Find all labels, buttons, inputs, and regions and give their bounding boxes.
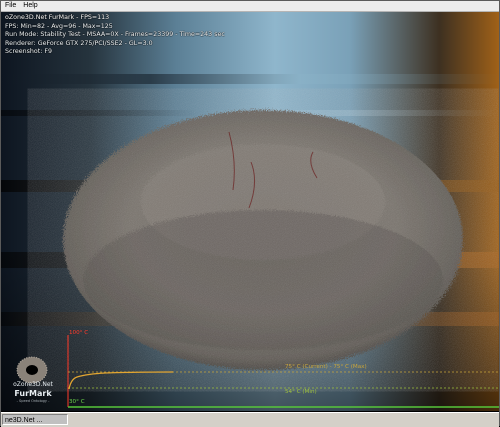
furmark-window: File Help oZone3D.Net FurMark - FPS=113 … (0, 0, 500, 427)
temperature-curve (68, 371, 174, 390)
menu-help[interactable]: Help (20, 1, 40, 11)
graph-min-reading-label: 54° C (Min) (285, 389, 317, 395)
hud-title: oZone3D.Net FurMark - FPS=113 (5, 14, 110, 21)
menu-file[interactable]: File (2, 1, 19, 11)
graph-current-max-label: 75° C (Current) - 75° C (Max) (285, 364, 367, 370)
graph-min-label: 30° C (69, 399, 85, 405)
graph-max-label: 100° C (69, 330, 89, 336)
menu-bar: File Help (1, 1, 499, 12)
logo-tagline: - Speed Ontology - (16, 399, 50, 403)
taskbar-furmark-button[interactable]: ne3D.Net ... (2, 414, 68, 425)
taskbar: ne3D.Net ... (1, 412, 499, 427)
hud-run-mode: Run Mode: Stability Test - MSAA=0X - Fra… (5, 31, 225, 39)
hud-overlay: oZone3D.Net FurMark - FPS=113 FPS: Min=8… (5, 14, 225, 57)
hud-fps-stats: FPS: Min=82 - Avg=96 - Max=125 (5, 22, 113, 30)
logo-site-text: oZone3D.Net (13, 381, 53, 388)
temperature-graph: 100° C 30° C 75° C (Current) - 75° C (Ma… (65, 330, 499, 411)
hud-screenshot-hint: Screenshot: F9 (5, 48, 52, 56)
logo-furmark-text: FurMark (14, 389, 52, 398)
